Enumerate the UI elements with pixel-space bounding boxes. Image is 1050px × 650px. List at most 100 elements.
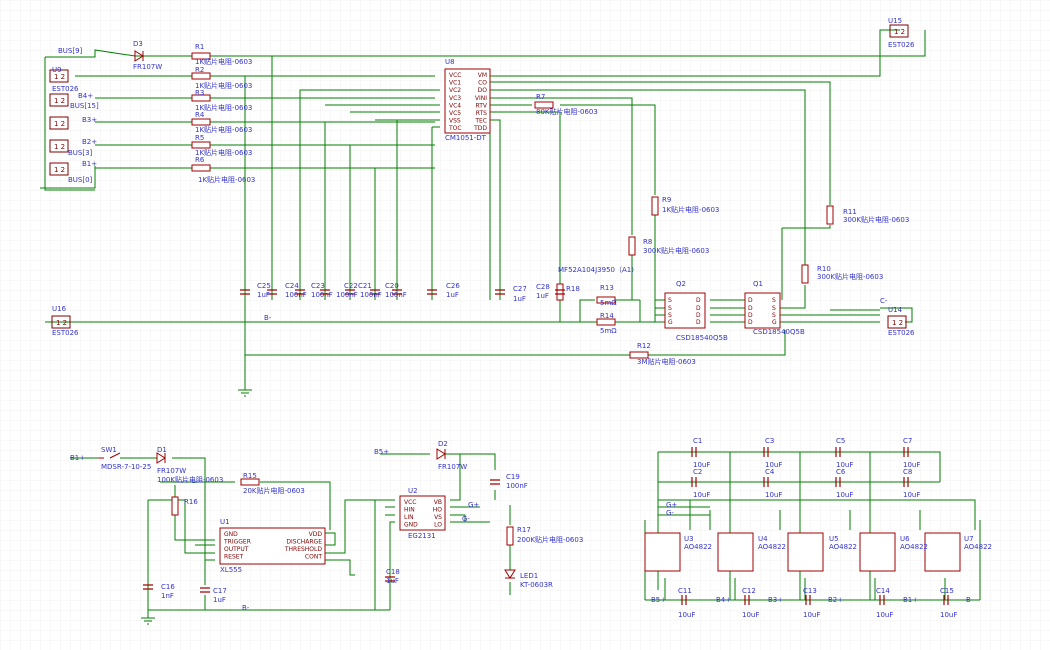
label-bus0: BUS[0] [68, 176, 93, 184]
label-q2: Q2 [676, 280, 686, 288]
label-c2v: 10uF [693, 491, 710, 499]
label-u5v: AO4822 [829, 543, 857, 551]
label-c11: C11 [678, 587, 692, 595]
label-r13: R13 [600, 284, 614, 292]
label-b4p: B4+ [78, 92, 93, 100]
label-r11: R11 [843, 208, 857, 216]
label-u3v: AO4822 [684, 543, 712, 551]
label-c25: C25 [257, 282, 271, 290]
label-c26v: 1uF [446, 291, 459, 299]
label-c21v: 100nF [360, 291, 382, 299]
label-r4: R4 [195, 111, 205, 119]
label-u2: U2 [408, 487, 418, 495]
label-c14v: 10uF [876, 611, 893, 619]
label-b3p2: B3+ [768, 596, 783, 604]
label-u9: U9 [52, 66, 62, 74]
ic-u6 [859, 532, 896, 572]
label-u5: U5 [829, 535, 839, 543]
pin-label: VSS [449, 118, 461, 125]
svg-text:1 2: 1 2 [56, 319, 67, 327]
label-r7v: 80K贴片电阻-0603 [536, 107, 598, 116]
label-u7: U7 [964, 535, 974, 543]
svg-text:D: D [748, 297, 753, 304]
pin-label: DO [478, 87, 488, 94]
resistor-r5 [191, 141, 211, 149]
pin-label: TOC [448, 125, 462, 132]
label-c13: C13 [803, 587, 817, 595]
label-r1v: 1K贴片电阻-0603 [195, 57, 252, 66]
label-c5: C5 [836, 437, 845, 445]
label-u2v: EG2131 [408, 532, 436, 540]
pin-label: RTV [475, 102, 487, 109]
label-u6: U6 [900, 535, 910, 543]
label-r13v: 5mΩ [600, 299, 617, 307]
label-u16: U16 [52, 305, 67, 313]
label-d1: D1 [157, 446, 167, 454]
label-u15v: EST026 [888, 41, 915, 49]
label-r5: R5 [195, 134, 204, 142]
label-bus3: BUS[3] [68, 149, 93, 157]
label-r14: R14 [600, 312, 614, 320]
pin-label: VC2 [449, 87, 461, 94]
pin-label: VS [434, 514, 442, 521]
pin-label: LIN [404, 514, 414, 521]
label-d1v: FR107W [157, 467, 186, 475]
label-b1p2: B1+ [70, 454, 85, 462]
label-b3p: B3+ [82, 116, 97, 124]
label-r7: R7 [536, 93, 545, 101]
label-r12: R12 [637, 342, 651, 350]
label-c20v: 100nF [385, 291, 407, 299]
pin-label: TDD [473, 125, 487, 132]
label-r3: R3 [195, 89, 204, 97]
label-gm: G- [462, 515, 470, 523]
label-r12v: 3M贴片电阻-0603 [637, 357, 696, 366]
label-c2: C2 [693, 468, 702, 476]
label-led1: LED1 [520, 572, 538, 580]
label-r9v: 1K贴片电阻-0603 [662, 205, 719, 214]
label-r11v: 300K贴片电阻-0603 [843, 215, 909, 224]
label-c21: C21 [358, 282, 372, 290]
label-c27: C27 [513, 285, 527, 293]
svg-text:G: G [668, 319, 673, 326]
label-bus5: BUS[15] [70, 102, 99, 110]
svg-text:1 2: 1 2 [54, 166, 65, 174]
svg-text:1 2: 1 2 [54, 97, 65, 105]
label-c3: C3 [765, 437, 774, 445]
pin-label: VC4 [449, 102, 461, 109]
label-sw1: SW1 [101, 446, 117, 454]
label-c18: C18 [386, 568, 400, 576]
label-gp2: G+ [666, 501, 677, 509]
label-c12v: 10uF [742, 611, 759, 619]
svg-text:S: S [772, 297, 776, 304]
pin-label: RTS [476, 110, 487, 117]
label-c23v: 100nF [311, 291, 333, 299]
pin-label: HIN [404, 507, 415, 514]
label-c18v: 1uF [386, 577, 399, 585]
label-b2p: B2+ [82, 138, 97, 146]
label-r6: R6 [195, 156, 205, 164]
label-c25v: 1uF [257, 291, 270, 299]
label-r16: R16 [184, 498, 198, 506]
svg-text:G: G [772, 319, 777, 326]
label-c23: C23 [311, 282, 325, 290]
label-c15: C15 [940, 587, 954, 595]
resistor-r4 [191, 118, 211, 126]
svg-text:D: D [696, 319, 701, 326]
label-c12: C12 [742, 587, 756, 595]
label-r9: R9 [662, 196, 671, 204]
label-c15v: 10uF [940, 611, 957, 619]
svg-text:D: D [748, 312, 753, 319]
label-d2: D2 [438, 440, 448, 448]
label-u14v: EST026 [888, 329, 915, 337]
pin-label: CONT [305, 554, 322, 561]
label-c16: C16 [161, 583, 175, 591]
label-c6v: 10uF [836, 491, 853, 499]
label-cm: C- [880, 297, 888, 305]
label-c17: C17 [213, 587, 227, 595]
label-q2v: CSD18540Q5B [676, 334, 728, 342]
label-c8: C8 [903, 468, 912, 476]
svg-text:1 2: 1 2 [54, 73, 65, 81]
label-b5p: B5+ [374, 448, 389, 456]
label-c28v: 1uF [536, 292, 549, 300]
thermistor-r18 [556, 283, 564, 301]
